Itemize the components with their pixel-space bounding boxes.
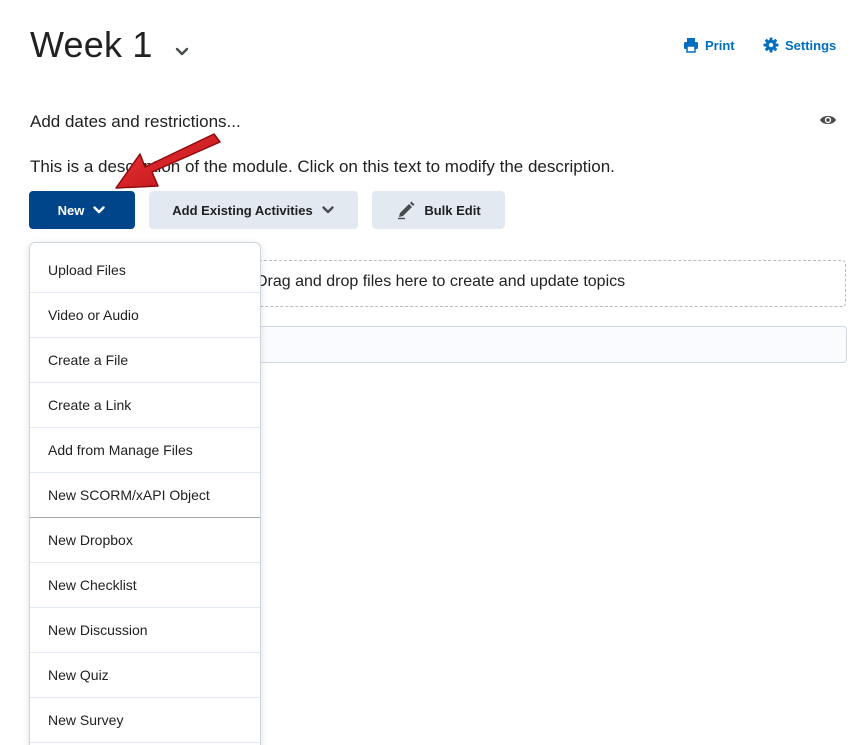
menu-item-create-a-link[interactable]: Create a Link — [30, 383, 260, 428]
bulk-edit-label: Bulk Edit — [424, 202, 481, 218]
eye-icon[interactable] — [819, 112, 837, 128]
new-button-label: New — [57, 202, 85, 218]
menu-item-create-a-file[interactable]: Create a File — [30, 338, 260, 383]
gear-icon — [763, 37, 779, 53]
new-dropdown-menu: Upload Files Video or Audio Create a Fil… — [29, 242, 261, 745]
menu-item-upload-files[interactable]: Upload Files — [30, 248, 260, 293]
content-page: Week 1 Print Settings Add dates and rest… — [0, 0, 859, 745]
pencil-icon — [398, 201, 415, 220]
page-title: Week 1 — [30, 24, 153, 65]
menu-item-new-discussion[interactable]: New Discussion — [30, 608, 260, 653]
menu-item-new-quiz[interactable]: New Quiz — [30, 653, 260, 698]
menu-item-new-scorm-xapi-object[interactable]: New SCORM/xAPI Object — [30, 473, 260, 518]
menu-item-video-or-audio[interactable]: Video or Audio — [30, 293, 260, 338]
bulk-edit-button[interactable]: Bulk Edit — [372, 191, 505, 229]
settings-label: Settings — [785, 37, 837, 53]
menu-item-new-survey[interactable]: New Survey — [30, 698, 260, 743]
menu-item-add-from-manage-files[interactable]: Add from Manage Files — [30, 428, 260, 473]
red-arrow-annotation — [115, 133, 221, 189]
chevron-down-icon — [321, 206, 334, 214]
print-link[interactable]: Print — [683, 36, 735, 54]
menu-item-new-dropbox[interactable]: New Dropbox — [30, 518, 260, 563]
print-label: Print — [705, 37, 735, 53]
chevron-down-icon — [93, 206, 106, 214]
chevron-down-icon[interactable] — [174, 44, 190, 60]
printer-icon — [684, 38, 698, 53]
menu-item-new-checklist[interactable]: New Checklist — [30, 563, 260, 608]
settings-link[interactable]: Settings — [763, 36, 836, 54]
drop-zone-text: Drag and drop files here to create and u… — [256, 273, 626, 290]
topic-placeholder-bar — [225, 326, 847, 363]
add-existing-label: Add Existing Activities — [172, 202, 313, 218]
